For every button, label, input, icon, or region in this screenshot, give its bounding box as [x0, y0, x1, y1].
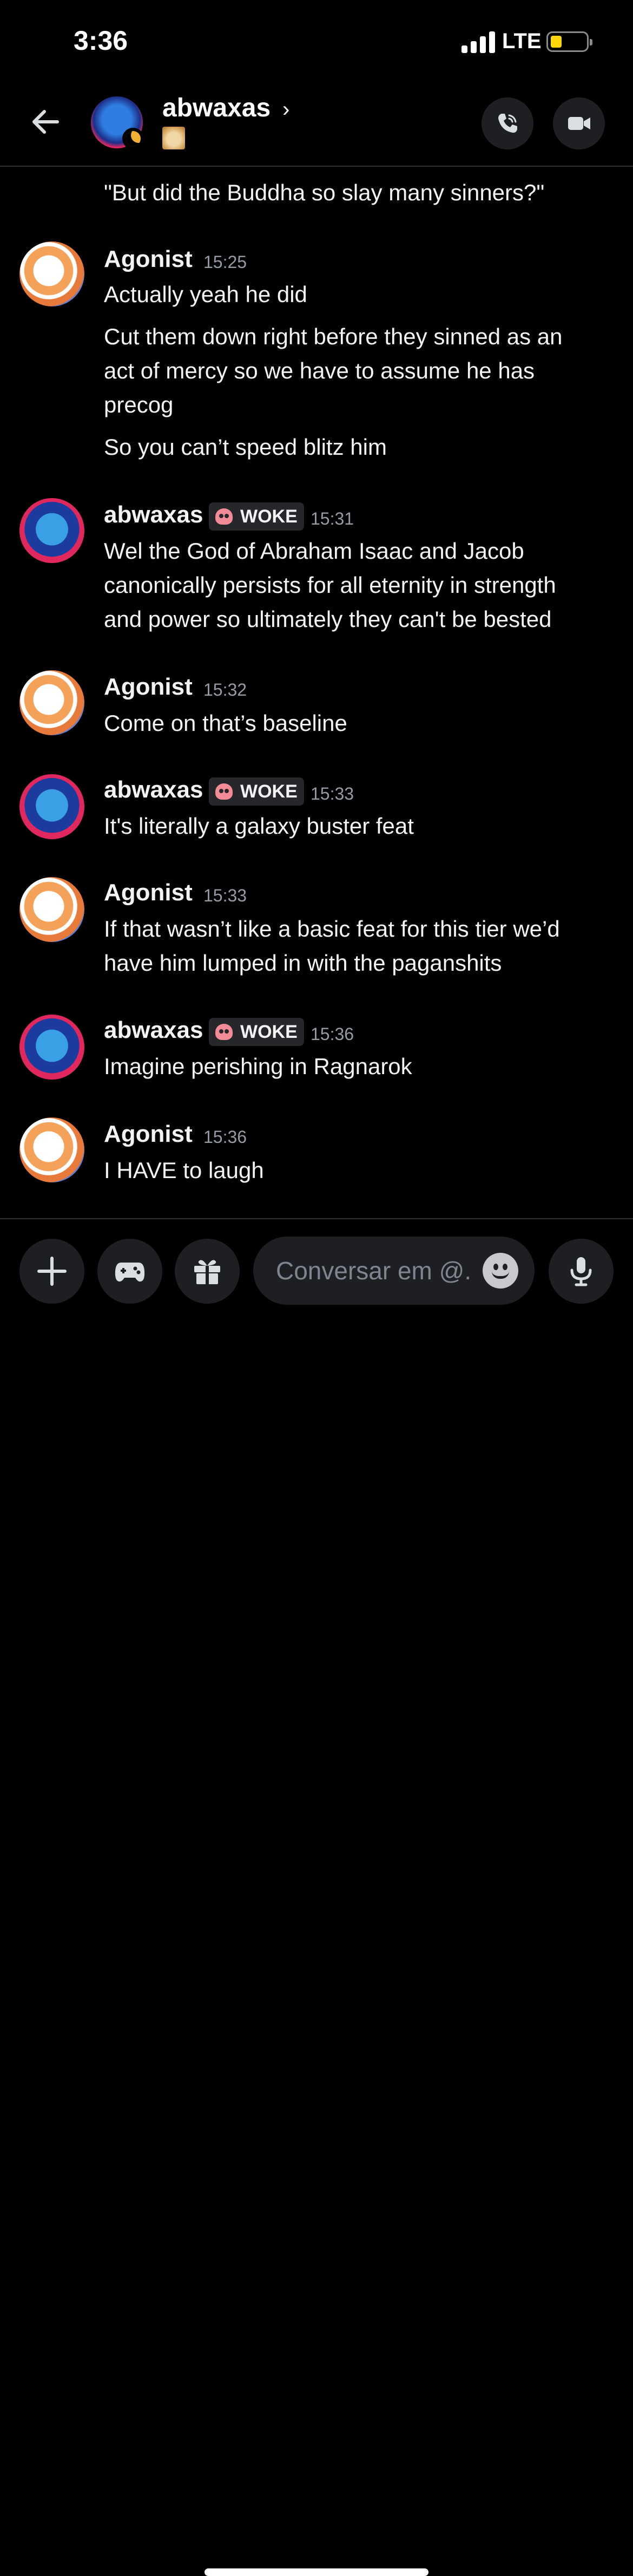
- gamepad-icon: [115, 1263, 145, 1282]
- status-time: 3:36: [74, 25, 128, 56]
- message-timestamp: 15:32: [203, 680, 247, 699]
- message-list[interactable]: "But did the Buddha so slay many sinners…: [0, 167, 633, 1218]
- call-button[interactable]: [482, 97, 533, 149]
- message-timestamp: 15:31: [311, 509, 354, 528]
- message-text: Wel the God of Abraham Isaac and Jacob: [104, 538, 524, 564]
- message-composer: [0, 1218, 633, 2576]
- video-call-button[interactable]: [553, 97, 605, 149]
- message-text: So you can’t speed blitz him: [104, 434, 387, 460]
- message-text: and power so ultimately they can't be be…: [104, 606, 552, 632]
- moon-idle-icon: [122, 128, 144, 149]
- avatar[interactable]: [19, 498, 84, 563]
- custom-status-emoji-icon: [162, 127, 185, 149]
- back-button[interactable]: [27, 103, 65, 141]
- avatar[interactable]: [19, 774, 84, 839]
- message-text: Imagine perishing in Ragnarok: [104, 1054, 412, 1079]
- message-timestamp: 15:33: [311, 784, 354, 803]
- message-text: Actually yeah he did: [104, 282, 307, 307]
- message-text: precog: [104, 392, 174, 417]
- message-timestamp: 15:36: [311, 1024, 354, 1044]
- message-timestamp: 15:36: [203, 1127, 247, 1147]
- message-text: I HAVE to laugh: [104, 1158, 264, 1183]
- signal-icon: [461, 30, 495, 53]
- message-timestamp: 15:33: [203, 886, 247, 905]
- role-badge[interactable]: WOKE: [209, 502, 304, 531]
- voice-message-button[interactable]: [549, 1239, 614, 1304]
- arrow-left-icon: [32, 110, 59, 134]
- avatar[interactable]: [19, 670, 84, 735]
- video-camera-icon: [568, 117, 590, 130]
- message-text: canonically persists for all eternity in…: [104, 572, 556, 598]
- message-author[interactable]: abwaxas: [104, 501, 203, 528]
- network-label: LTE: [502, 29, 542, 53]
- status-bar: 3:36 LTE: [0, 0, 633, 81]
- avatar[interactable]: [19, 877, 84, 942]
- chevron-right-icon[interactable]: ›: [282, 97, 289, 122]
- battery-icon: [546, 31, 592, 52]
- message-text: If that wasn’t like a basic feat for thi…: [104, 916, 560, 942]
- message-author[interactable]: Agonist: [104, 879, 193, 906]
- role-badge[interactable]: WOKE: [209, 1018, 304, 1046]
- skull-icon: [215, 783, 233, 800]
- message-text: Cut them down right before they sinned a…: [104, 324, 563, 349]
- message-text: Come on that’s baseline: [104, 710, 347, 736]
- role-badge[interactable]: WOKE: [209, 777, 304, 806]
- message-text: act of mercy so we have to assume he has: [104, 358, 535, 383]
- role-badge-label: WOKE: [240, 1022, 298, 1042]
- gift-button[interactable]: [175, 1239, 240, 1304]
- skull-icon: [215, 508, 233, 525]
- page-title[interactable]: abwaxas: [162, 93, 271, 123]
- message-text: It's literally a galaxy buster feat: [104, 813, 414, 839]
- message-timestamp: 15:25: [203, 252, 247, 272]
- message-author[interactable]: Agonist: [104, 674, 193, 701]
- role-badge-label: WOKE: [240, 781, 298, 802]
- message-author[interactable]: abwaxas: [104, 776, 203, 803]
- chat-header: abwaxas ›: [0, 81, 633, 167]
- avatar[interactable]: [19, 241, 84, 306]
- message-author[interactable]: abwaxas: [104, 1017, 203, 1044]
- message-text: "But did the Buddha so slay many sinners…: [104, 180, 545, 205]
- message-author[interactable]: Agonist: [104, 246, 193, 273]
- avatar[interactable]: [19, 1117, 84, 1182]
- message-text: have him lumped in with the paganshits: [104, 950, 502, 976]
- microphone-icon: [570, 1257, 592, 1286]
- skull-icon: [215, 1024, 233, 1040]
- activities-button[interactable]: [97, 1239, 162, 1304]
- phone-icon: [498, 114, 517, 133]
- gift-icon: [194, 1260, 220, 1284]
- plus-icon: [37, 1257, 67, 1286]
- add-attachment-button[interactable]: [19, 1239, 84, 1304]
- home-indicator[interactable]: [205, 2568, 428, 2576]
- message-author[interactable]: Agonist: [104, 1121, 193, 1148]
- emoji-icon: [492, 1271, 509, 1279]
- role-badge-label: WOKE: [240, 506, 298, 527]
- avatar[interactable]: [19, 1015, 84, 1080]
- emoji-button[interactable]: [483, 1253, 518, 1289]
